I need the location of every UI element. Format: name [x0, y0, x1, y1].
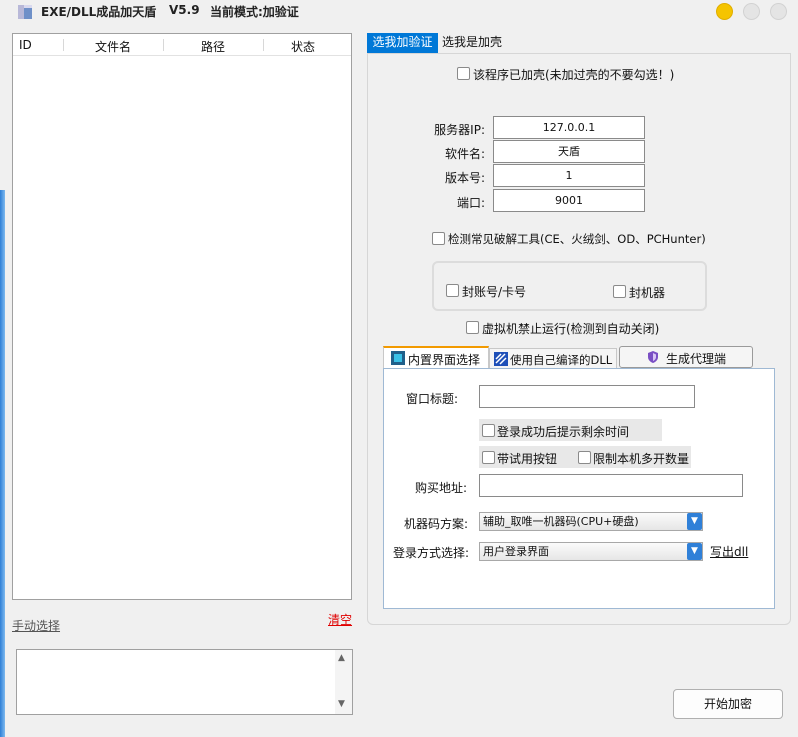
login-method-label: 登录方式选择: — [393, 546, 470, 560]
tab-builtin-ui[interactable]: 内置界面选择 — [383, 346, 489, 369]
ban-machine-checkbox[interactable] — [613, 285, 626, 298]
app-version: V5.9 — [169, 3, 200, 17]
login-method-select[interactable]: 用户登录界面 ▼ — [479, 542, 703, 561]
column-header-status[interactable]: 状态 — [273, 38, 333, 55]
ban-machine-label: 封机器 — [629, 286, 666, 300]
builtin-ui-icon — [391, 351, 405, 365]
title-bar: EXE/DLL成品加天盾 V5.9 当前模式:加验证 — [0, 0, 798, 24]
chevron-down-icon[interactable]: ▼ — [687, 543, 702, 560]
tab-add-verification[interactable]: 选我加验证 — [367, 33, 438, 53]
software-name-input[interactable]: 天盾 — [493, 140, 645, 163]
packed-checkbox-label: 该程序已加壳(未加过壳的不要勾选！) — [473, 68, 675, 82]
chevron-down-icon[interactable]: ▼ — [687, 513, 702, 530]
server-ip-label: 服务器IP: — [434, 123, 485, 137]
app-title: EXE/DLL成品加天盾 — [41, 5, 157, 19]
limit-multi-open-label: 限制本机多开数量 — [593, 452, 690, 466]
tab-add-shell[interactable]: 选我是加壳 — [442, 33, 512, 53]
machine-code-select[interactable]: 辅助_取唯一机器码(CPU+硬盘) ▼ — [479, 512, 703, 531]
mode-indicator: 当前模式:加验证 — [210, 5, 299, 19]
vm-block-checkbox[interactable] — [466, 321, 479, 334]
scrollbar[interactable]: ▲ ▼ — [335, 650, 352, 714]
minimize-button[interactable] — [716, 3, 733, 20]
tab-custom-dll[interactable]: 使用自己编译的DLL — [489, 348, 617, 369]
column-header-path[interactable]: 路径 — [173, 38, 253, 55]
detect-crack-tools-label: 检测常见破解工具(CE、火绒剑、OD、PCHunter) — [448, 232, 706, 246]
buy-url-input[interactable] — [479, 474, 743, 497]
maximize-button[interactable] — [743, 3, 760, 20]
machine-code-label: 机器码方案: — [404, 517, 469, 531]
tab-custom-dll-label: 使用自己编译的DLL — [510, 353, 613, 367]
file-list-header: ID 文件名 路径 状态 — [13, 34, 351, 56]
app-icon — [18, 5, 32, 19]
log-textarea[interactable]: ▲ ▼ — [16, 649, 353, 715]
packed-checkbox[interactable] — [457, 67, 470, 80]
window-title-label: 窗口标题: — [406, 392, 459, 406]
scroll-down-icon[interactable]: ▼ — [338, 699, 345, 709]
column-header-filename[interactable]: 文件名 — [73, 38, 153, 55]
generate-proxy-label: 生成代理端 — [666, 352, 727, 366]
scroll-up-icon[interactable]: ▲ — [338, 653, 345, 663]
detect-crack-tools-checkbox[interactable] — [432, 232, 445, 245]
column-separator — [63, 39, 64, 51]
software-name-label: 软件名: — [444, 147, 485, 161]
vm-block-label: 虚拟机禁止运行(检测到自动关闭) — [482, 322, 660, 336]
shield-icon — [648, 351, 658, 363]
window-title-input[interactable] — [479, 385, 695, 408]
server-ip-input[interactable]: 127.0.0.1 — [493, 116, 645, 139]
manual-select-link[interactable]: 手动选择 — [12, 617, 60, 634]
trial-button-checkbox[interactable] — [482, 451, 495, 464]
start-encrypt-button[interactable]: 开始加密 — [673, 689, 783, 719]
trial-button-label: 带试用按钮 — [497, 452, 558, 466]
generate-proxy-button[interactable]: 生成代理端 — [619, 346, 753, 368]
file-list[interactable]: ID 文件名 路径 状态 — [12, 33, 352, 600]
close-button[interactable] — [770, 3, 787, 20]
clear-link[interactable]: 清空 — [328, 611, 352, 628]
port-label: 端口: — [456, 196, 485, 210]
ban-account-checkbox[interactable] — [446, 284, 459, 297]
machine-code-value: 辅助_取唯一机器码(CPU+硬盘) — [483, 515, 639, 528]
port-input[interactable]: 9001 — [493, 189, 645, 212]
column-separator — [163, 39, 164, 51]
login-method-value: 用户登录界面 — [483, 545, 549, 558]
desktop-edge — [0, 190, 5, 737]
version-label: 版本号: — [444, 171, 485, 185]
column-separator — [263, 39, 264, 51]
custom-dll-icon — [494, 352, 508, 366]
tab-builtin-ui-label: 内置界面选择 — [408, 353, 481, 367]
show-remaining-time-label: 登录成功后提示剩余时间 — [497, 425, 630, 439]
ban-account-label: 封账号/卡号 — [462, 285, 527, 299]
version-input[interactable]: 1 — [493, 164, 645, 187]
column-header-id[interactable]: ID — [19, 38, 32, 52]
buy-url-label: 购买地址: — [415, 481, 468, 495]
write-dll-link[interactable]: 写出dll — [710, 543, 748, 560]
limit-multi-open-checkbox[interactable] — [578, 451, 591, 464]
show-remaining-time-checkbox[interactable] — [482, 424, 495, 437]
